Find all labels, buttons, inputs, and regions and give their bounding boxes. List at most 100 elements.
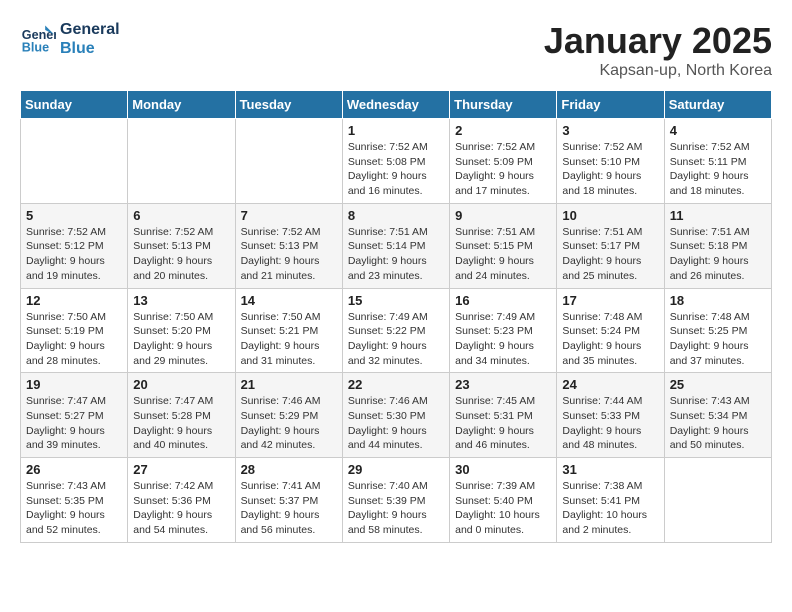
- week-row-3: 12 Sunrise: 7:50 AM Sunset: 5:19 PM Dayli…: [21, 288, 772, 373]
- calendar-cell: 22 Sunrise: 7:46 AM Sunset: 5:30 PM Dayli…: [342, 373, 449, 458]
- day-number: 29: [348, 462, 444, 477]
- day-number: 31: [562, 462, 658, 477]
- logo-blue: Blue: [60, 39, 120, 58]
- calendar-cell: 26 Sunrise: 7:43 AM Sunset: 5:35 PM Dayli…: [21, 458, 128, 543]
- day-number: 30: [455, 462, 551, 477]
- day-info: Sunrise: 7:51 AM Sunset: 5:17 PM Dayligh…: [562, 225, 658, 284]
- weekday-header-monday: Monday: [128, 91, 235, 119]
- calendar-cell: 12 Sunrise: 7:50 AM Sunset: 5:19 PM Dayli…: [21, 288, 128, 373]
- logo-general: General: [60, 20, 120, 39]
- day-number: 26: [26, 462, 122, 477]
- weekday-header-saturday: Saturday: [664, 91, 771, 119]
- day-info: Sunrise: 7:51 AM Sunset: 5:14 PM Dayligh…: [348, 225, 444, 284]
- calendar-cell: [235, 119, 342, 204]
- week-row-2: 5Sunrise: 7:52 AM Sunset: 5:12 PM Daylig…: [21, 203, 772, 288]
- calendar-cell: 3 Sunrise: 7:52 AM Sunset: 5:10 PM Daylig…: [557, 119, 664, 204]
- day-info: Sunrise: 7:52 AM Sunset: 5:13 PM Dayligh…: [241, 225, 337, 284]
- logo-icon: General Blue: [20, 21, 56, 57]
- day-number: 9: [455, 208, 551, 223]
- day-number: 23: [455, 377, 551, 392]
- day-info: Sunrise: 7:52 AM Sunset: 5:13 PM Dayligh…: [133, 225, 229, 284]
- day-info: Sunrise: 7:43 AM Sunset: 5:35 PM Dayligh…: [26, 479, 122, 538]
- day-info: Sunrise: 7:41 AM Sunset: 5:37 PM Dayligh…: [241, 479, 337, 538]
- calendar-cell: 31Sunrise: 7:38 AM Sunset: 5:41 PM Dayli…: [557, 458, 664, 543]
- day-number: 10: [562, 208, 658, 223]
- weekday-header-friday: Friday: [557, 91, 664, 119]
- day-info: Sunrise: 7:50 AM Sunset: 5:21 PM Dayligh…: [241, 310, 337, 369]
- day-number: 11: [670, 208, 766, 223]
- calendar-cell: 4 Sunrise: 7:52 AM Sunset: 5:11 PM Daylig…: [664, 119, 771, 204]
- day-number: 15: [348, 293, 444, 308]
- day-number: 8: [348, 208, 444, 223]
- weekday-header-thursday: Thursday: [450, 91, 557, 119]
- day-number: 4: [670, 123, 766, 138]
- day-info: Sunrise: 7:42 AM Sunset: 5:36 PM Dayligh…: [133, 479, 229, 538]
- calendar-cell: [128, 119, 235, 204]
- weekday-header-row: SundayMondayTuesdayWednesdayThursdayFrid…: [21, 91, 772, 119]
- calendar-cell: 23 Sunrise: 7:45 AM Sunset: 5:31 PM Dayli…: [450, 373, 557, 458]
- day-number: 6: [133, 208, 229, 223]
- calendar-cell: 13Sunrise: 7:50 AM Sunset: 5:20 PM Dayli…: [128, 288, 235, 373]
- calendar-cell: 29 Sunrise: 7:40 AM Sunset: 5:39 PM Dayli…: [342, 458, 449, 543]
- calendar-cell: 2Sunrise: 7:52 AM Sunset: 5:09 PM Daylig…: [450, 119, 557, 204]
- day-number: 14: [241, 293, 337, 308]
- calendar-cell: 21 Sunrise: 7:46 AM Sunset: 5:29 PM Dayli…: [235, 373, 342, 458]
- calendar-cell: 6 Sunrise: 7:52 AM Sunset: 5:13 PM Daylig…: [128, 203, 235, 288]
- day-info: Sunrise: 7:50 AM Sunset: 5:19 PM Dayligh…: [26, 310, 122, 369]
- calendar-cell: 28 Sunrise: 7:41 AM Sunset: 5:37 PM Dayli…: [235, 458, 342, 543]
- svg-text:Blue: Blue: [22, 41, 49, 55]
- day-number: 18: [670, 293, 766, 308]
- calendar-cell: 20 Sunrise: 7:47 AM Sunset: 5:28 PM Dayli…: [128, 373, 235, 458]
- week-row-1: 1Sunrise: 7:52 AM Sunset: 5:08 PM Daylig…: [21, 119, 772, 204]
- calendar-cell: 1Sunrise: 7:52 AM Sunset: 5:08 PM Daylig…: [342, 119, 449, 204]
- logo: General Blue General Blue: [20, 20, 120, 58]
- calendar-cell: 11 Sunrise: 7:51 AM Sunset: 5:18 PM Dayli…: [664, 203, 771, 288]
- day-info: Sunrise: 7:44 AM Sunset: 5:33 PM Dayligh…: [562, 394, 658, 453]
- day-info: Sunrise: 7:45 AM Sunset: 5:31 PM Dayligh…: [455, 394, 551, 453]
- calendar-cell: 30 Sunrise: 7:39 AM Sunset: 5:40 PM Dayli…: [450, 458, 557, 543]
- day-number: 28: [241, 462, 337, 477]
- day-number: 3: [562, 123, 658, 138]
- day-info: Sunrise: 7:52 AM Sunset: 5:11 PM Dayligh…: [670, 140, 766, 199]
- day-number: 13: [133, 293, 229, 308]
- day-info: Sunrise: 7:40 AM Sunset: 5:39 PM Dayligh…: [348, 479, 444, 538]
- day-info: Sunrise: 7:47 AM Sunset: 5:28 PM Dayligh…: [133, 394, 229, 453]
- day-info: Sunrise: 7:39 AM Sunset: 5:40 PM Dayligh…: [455, 479, 551, 538]
- calendar-cell: 8 Sunrise: 7:51 AM Sunset: 5:14 PM Daylig…: [342, 203, 449, 288]
- day-info: Sunrise: 7:51 AM Sunset: 5:18 PM Dayligh…: [670, 225, 766, 284]
- title-area: January 2025 Kapsan-up, North Korea: [544, 20, 772, 80]
- calendar-cell: 5Sunrise: 7:52 AM Sunset: 5:12 PM Daylig…: [21, 203, 128, 288]
- calendar-cell: 27Sunrise: 7:42 AM Sunset: 5:36 PM Dayli…: [128, 458, 235, 543]
- day-number: 12: [26, 293, 122, 308]
- day-info: Sunrise: 7:46 AM Sunset: 5:30 PM Dayligh…: [348, 394, 444, 453]
- calendar-cell: 24 Sunrise: 7:44 AM Sunset: 5:33 PM Dayli…: [557, 373, 664, 458]
- calendar-cell: 9 Sunrise: 7:51 AM Sunset: 5:15 PM Daylig…: [450, 203, 557, 288]
- day-number: 20: [133, 377, 229, 392]
- day-info: Sunrise: 7:51 AM Sunset: 5:15 PM Dayligh…: [455, 225, 551, 284]
- header: General Blue General Blue January 2025 K…: [20, 20, 772, 80]
- weekday-header-wednesday: Wednesday: [342, 91, 449, 119]
- day-info: Sunrise: 7:52 AM Sunset: 5:08 PM Dayligh…: [348, 140, 444, 199]
- day-number: 21: [241, 377, 337, 392]
- day-info: Sunrise: 7:52 AM Sunset: 5:12 PM Dayligh…: [26, 225, 122, 284]
- day-number: 19: [26, 377, 122, 392]
- day-info: Sunrise: 7:48 AM Sunset: 5:24 PM Dayligh…: [562, 310, 658, 369]
- month-title: January 2025: [544, 20, 772, 62]
- day-number: 17: [562, 293, 658, 308]
- day-number: 25: [670, 377, 766, 392]
- day-info: Sunrise: 7:52 AM Sunset: 5:10 PM Dayligh…: [562, 140, 658, 199]
- calendar-cell: [21, 119, 128, 204]
- day-number: 24: [562, 377, 658, 392]
- day-info: Sunrise: 7:49 AM Sunset: 5:22 PM Dayligh…: [348, 310, 444, 369]
- day-info: Sunrise: 7:52 AM Sunset: 5:09 PM Dayligh…: [455, 140, 551, 199]
- calendar-cell: 18Sunrise: 7:48 AM Sunset: 5:25 PM Dayli…: [664, 288, 771, 373]
- calendar-cell: 25 Sunrise: 7:43 AM Sunset: 5:34 PM Dayli…: [664, 373, 771, 458]
- day-info: Sunrise: 7:49 AM Sunset: 5:23 PM Dayligh…: [455, 310, 551, 369]
- day-info: Sunrise: 7:46 AM Sunset: 5:29 PM Dayligh…: [241, 394, 337, 453]
- week-row-4: 19 Sunrise: 7:47 AM Sunset: 5:27 PM Dayli…: [21, 373, 772, 458]
- day-info: Sunrise: 7:43 AM Sunset: 5:34 PM Dayligh…: [670, 394, 766, 453]
- day-number: 22: [348, 377, 444, 392]
- calendar-cell: 19 Sunrise: 7:47 AM Sunset: 5:27 PM Dayli…: [21, 373, 128, 458]
- day-info: Sunrise: 7:47 AM Sunset: 5:27 PM Dayligh…: [26, 394, 122, 453]
- calendar-table: SundayMondayTuesdayWednesdayThursdayFrid…: [20, 90, 772, 543]
